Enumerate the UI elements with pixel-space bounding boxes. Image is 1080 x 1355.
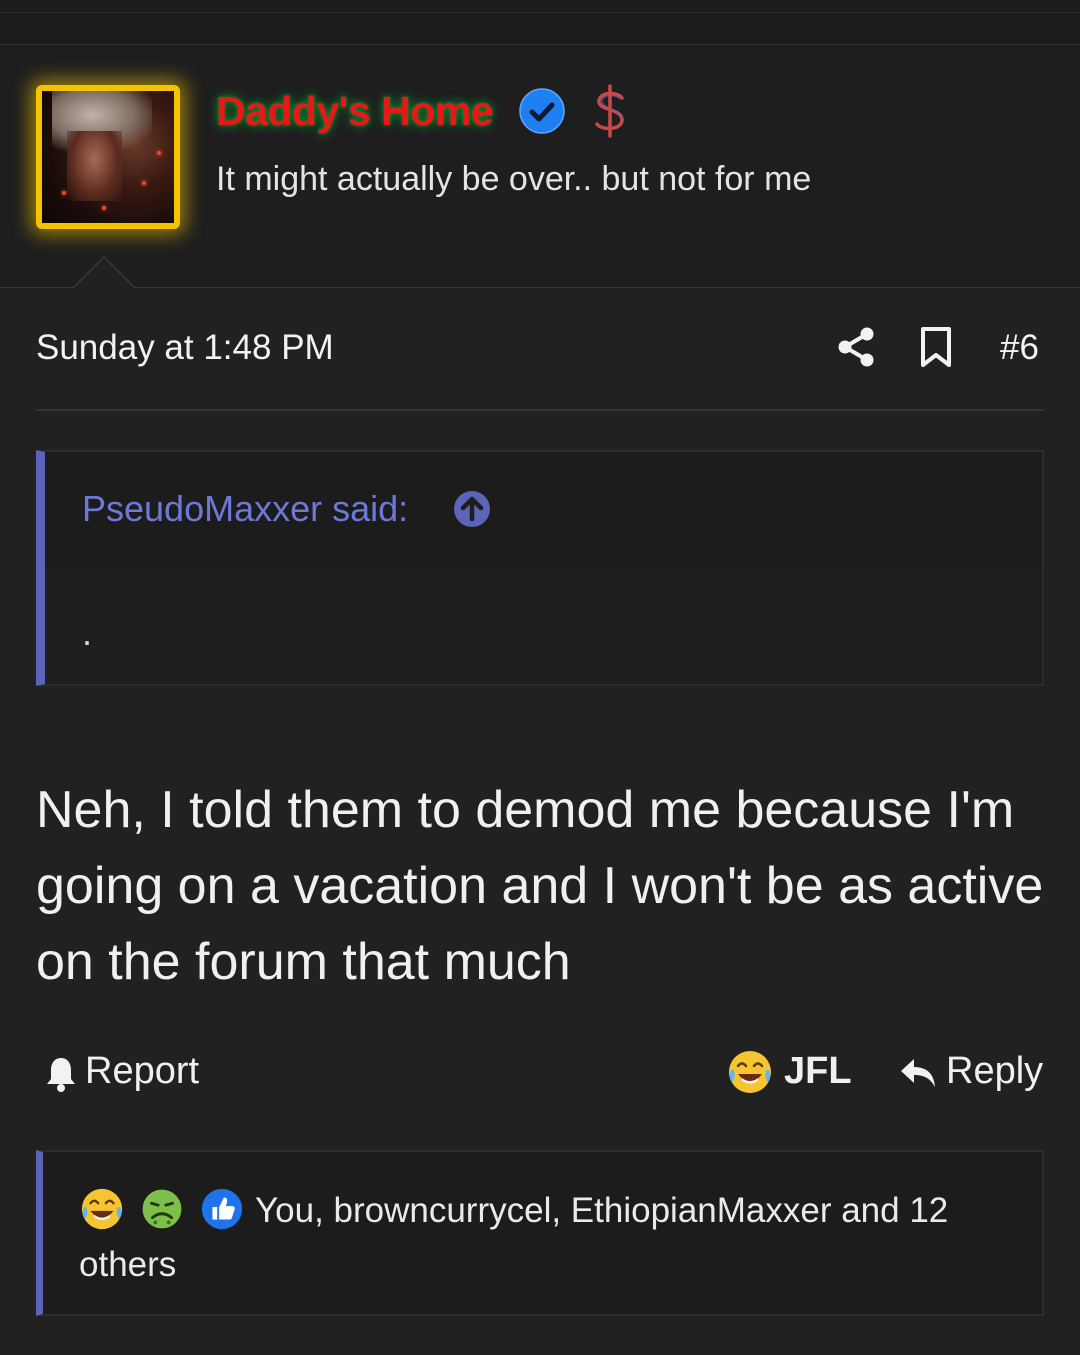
share-icon[interactable] (836, 326, 876, 368)
post-body: Neh, I told them to demod me because I'm… (36, 781, 1044, 991)
report-button[interactable]: Report (85, 1050, 199, 1093)
avatar[interactable] (36, 85, 180, 229)
quote-content: . (82, 612, 93, 653)
bell-icon[interactable] (44, 1055, 78, 1093)
laughing-crying-emoji-icon[interactable] (726, 1048, 774, 1096)
bookmark-icon[interactable] (918, 326, 954, 368)
jump-to-quote-icon[interactable] (453, 490, 491, 528)
reply-button[interactable]: Reply (946, 1050, 1043, 1093)
divider (36, 409, 1044, 411)
top-strip (0, 0, 1080, 45)
quote-author-link[interactable]: PseudoMaxxer said: (82, 488, 408, 530)
post-date[interactable]: Sunday at 1:48 PM (36, 328, 334, 368)
jfl-reaction-button[interactable]: JFL (784, 1050, 852, 1093)
reactions-summary[interactable]: You, browncurrycel, EthiopianMaxxer and … (36, 1150, 1044, 1316)
verified-icon (519, 88, 565, 134)
username-link[interactable]: Daddy's Home (216, 88, 494, 135)
reply-icon[interactable] (898, 1053, 938, 1091)
quote-block: PseudoMaxxer said: . (36, 450, 1044, 686)
reactions-summary-text[interactable]: You, browncurrycel, EthiopianMaxxer and … (79, 1184, 1019, 1292)
post-number-link[interactable]: #6 (1000, 328, 1039, 368)
dollar-icon (595, 84, 624, 138)
user-title: It might actually be over.. but not for … (216, 160, 812, 198)
